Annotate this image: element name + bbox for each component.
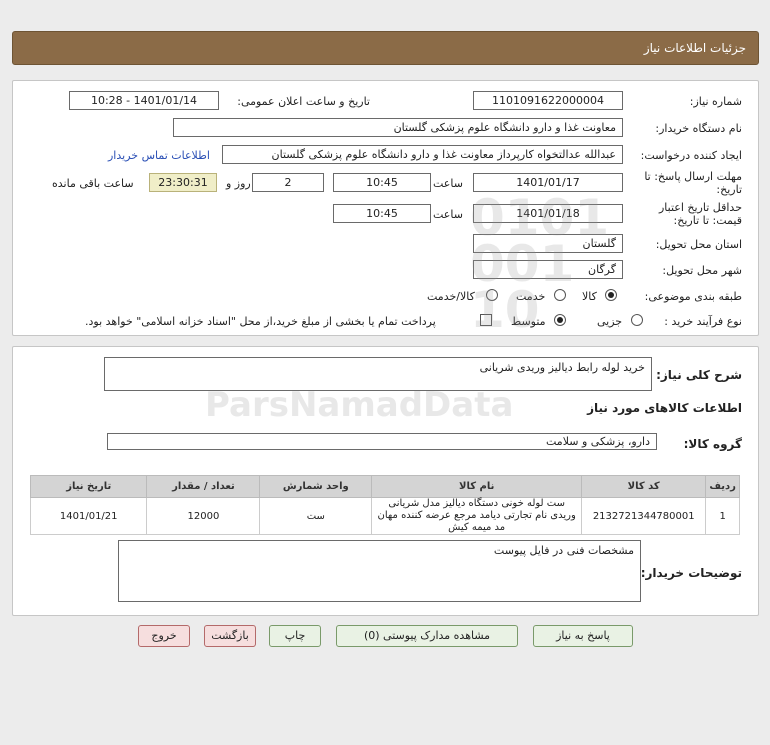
announce-field: 1401/01/14 - 10:28 — [69, 91, 219, 110]
creator-label: ایجاد کننده درخواست: — [640, 149, 742, 162]
col-header-need-date: تاریخ نیاز — [29, 475, 148, 498]
need-description-field: خرید لوله رابط دیالیز وریدی شریانی — [104, 357, 652, 391]
goods-group-label: گروه کالا: — [683, 437, 742, 451]
city-field: گرگان — [473, 260, 623, 279]
reply-deadline-label-2: تاریخ: — [716, 183, 742, 196]
buyer-notes-field: مشخصات فنی در فایل پیوست — [118, 540, 641, 602]
cell-item-name: ست لوله خونی دستگاه دیالیز مدل شریانی ور… — [371, 497, 583, 535]
process-option-minor: جزیی — [597, 315, 623, 328]
buyer-org-label: نام دستگاه خریدار: — [655, 122, 742, 135]
need-number-field: 1101091622000004 — [473, 91, 623, 110]
province-label: استان محل تحویل: — [655, 238, 742, 251]
validity-time-label: ساعت — [433, 208, 463, 221]
validity-date-field: 1401/01/18 — [473, 204, 623, 223]
goods-table: ردیف کد کالا نام کالا واحد شمارش تعداد /… — [29, 475, 740, 535]
cell-quantity: 12000 — [146, 497, 261, 535]
process-option-medium: متوسط — [511, 315, 546, 328]
reply-time-label: ساعت — [433, 177, 463, 190]
need-number-label: شماره نیاز: — [689, 95, 742, 108]
reply-date-field: 1401/01/17 — [473, 173, 623, 192]
buyer-org-field: معاونت غذا و دارو دانشگاه علوم پزشکی گلس… — [173, 118, 623, 137]
print-button[interactable]: چاپ — [269, 625, 321, 647]
category-radio-goods[interactable] — [605, 289, 617, 301]
category-radio-service[interactable] — [554, 289, 566, 301]
process-radio-medium[interactable] — [554, 314, 566, 326]
reply-deadline-label: مهلت ارسال پاسخ: تا — [644, 170, 742, 183]
announce-label: تاریخ و ساعت اعلان عمومی: — [237, 95, 370, 108]
view-attachments-button[interactable]: مشاهده مدارک پیوستی (0) — [336, 625, 518, 647]
treasury-payment-checkbox[interactable] — [480, 314, 492, 326]
category-radio-goods-service[interactable] — [486, 289, 498, 301]
process-radio-minor[interactable] — [631, 314, 643, 326]
process-label: نوع فرآیند خرید : — [664, 315, 742, 328]
cell-row-number: 1 — [705, 497, 740, 535]
goods-info-title: اطلاعات کالاهای مورد نیاز — [587, 401, 742, 415]
validity-label: حداقل تاریخ اعتبار — [658, 201, 742, 214]
table-row: 1 2132721344780001 ست لوله خونی دستگاه د… — [29, 497, 740, 535]
buyer-notes-label: توضیحات خریدار: — [640, 566, 742, 580]
city-label: شهر محل تحویل: — [662, 264, 742, 277]
table-header-row: ردیف کد کالا نام کالا واحد شمارش تعداد /… — [29, 475, 740, 498]
category-option-goods: کالا — [582, 290, 597, 303]
cell-need-date: 1401/01/21 — [29, 497, 148, 535]
category-option-service: خدمت — [516, 290, 546, 303]
days-field: 2 — [252, 173, 324, 192]
reply-time-field: 10:45 — [333, 173, 431, 192]
reply-to-need-button[interactable]: پاسخ به نیاز — [533, 625, 633, 647]
cell-item-code: 2132721344780001 — [581, 497, 707, 535]
goods-group-field: دارو، پزشکی و سلامت — [107, 433, 657, 450]
col-header-quantity: تعداد / مقدار — [146, 475, 261, 498]
category-option-goods-service: کالا/خدمت — [427, 290, 475, 303]
page-header: جزئیات اطلاعات نیاز — [12, 31, 759, 65]
need-description-label: شرح کلی نیاز: — [656, 368, 742, 382]
remaining-time-field: 23:30:31 — [149, 173, 217, 192]
province-field: گلستان — [473, 234, 623, 253]
category-label: طبقه بندی موضوعی: — [644, 290, 742, 303]
contact-buyer-link[interactable]: اطلاعات تماس خریدار — [108, 149, 210, 162]
exit-button[interactable]: خروج — [138, 625, 190, 647]
col-header-unit: واحد شمارش — [259, 475, 373, 498]
cell-unit: ست — [259, 497, 373, 535]
treasury-payment-note: پرداخت تمام یا بخشی از مبلغ خرید،از محل … — [85, 315, 436, 328]
creator-field: عبدالله عدالتخواه کارپرداز معاونت غذا و … — [222, 145, 623, 164]
remaining-label: ساعت باقی مانده — [52, 177, 134, 190]
col-header-item-code: کد کالا — [581, 475, 707, 498]
days-label: روز و — [226, 177, 251, 190]
validity-label-2: قیمت: تا تاریخ: — [673, 214, 742, 227]
col-header-item-name: نام کالا — [371, 475, 583, 498]
col-header-row-number: ردیف — [705, 475, 740, 498]
page-title: جزئیات اطلاعات نیاز — [643, 41, 746, 55]
validity-time-field: 10:45 — [333, 204, 431, 223]
back-button[interactable]: بازگشت — [204, 625, 256, 647]
